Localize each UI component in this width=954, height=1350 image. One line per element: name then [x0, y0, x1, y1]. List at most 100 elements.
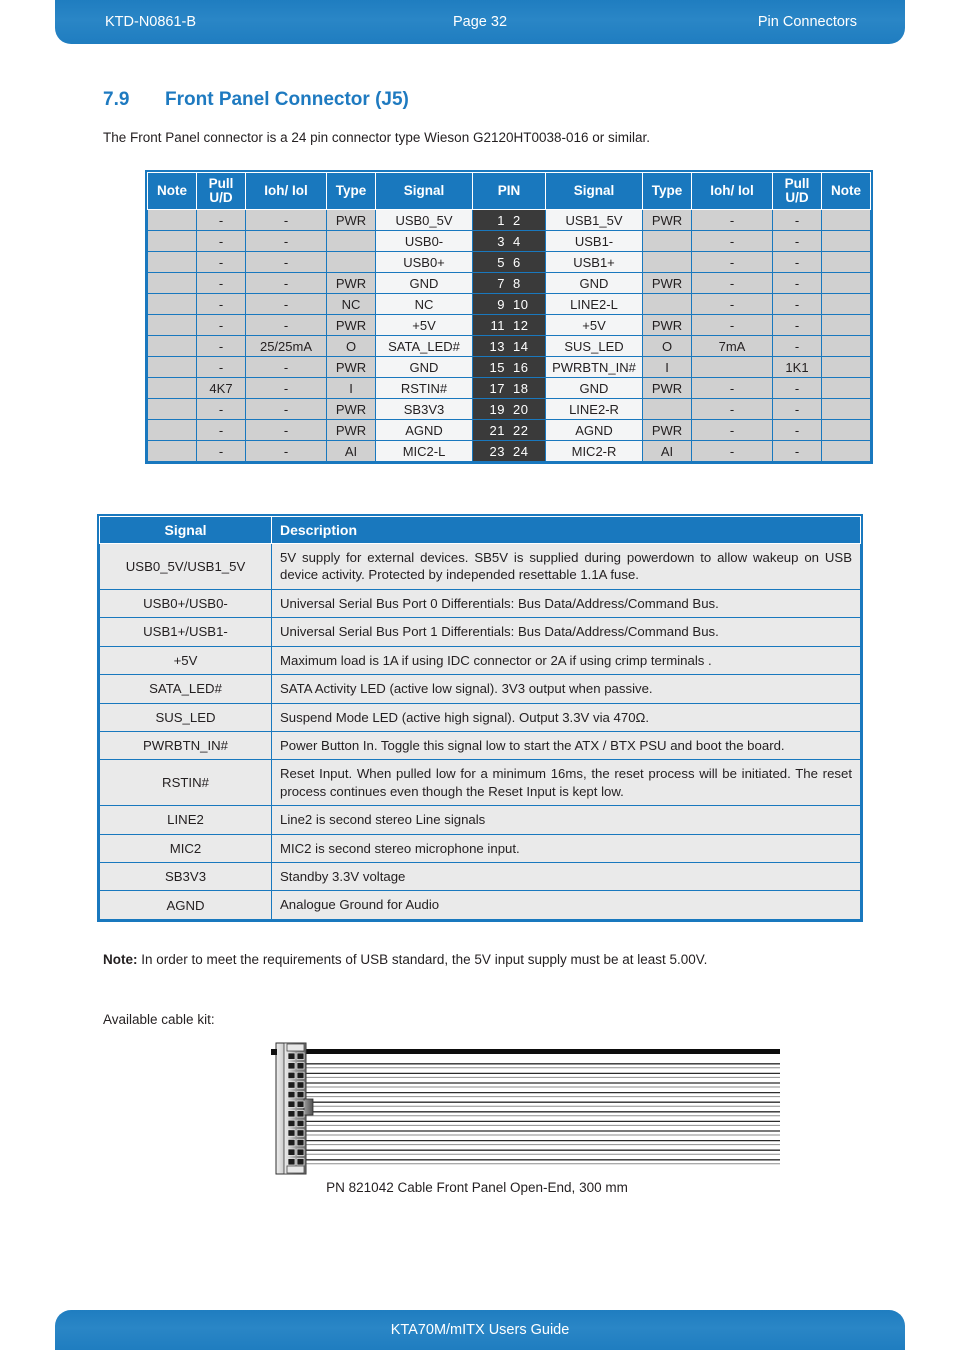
pin-cell-note-l — [147, 398, 197, 421]
desc-signal-description: SATA Activity LED (active low signal). 3… — [271, 674, 861, 704]
pin-cell-pull-l: - — [196, 440, 246, 463]
desc-col-header-signal: Signal — [99, 516, 272, 544]
desc-table-header-row: Signal Description — [99, 516, 861, 544]
pin-number-right: 2 — [513, 212, 521, 228]
pin-number-left: 23 — [489, 443, 505, 459]
pin-cell-type-l: PWR — [326, 314, 376, 337]
pin-cell-signal-r: LINE2-L — [545, 293, 643, 316]
pin-cell-note-l — [147, 335, 197, 358]
pin-cell-note-r — [821, 272, 871, 295]
pin-table-row: - - PWR GND 7 8 GND PWR - - — [147, 272, 871, 295]
desc-signal-description: MIC2 is second stereo microphone input. — [271, 833, 861, 864]
pin-number-right: 20 — [513, 401, 529, 417]
pin-cell-ioh-l: - — [245, 293, 327, 316]
col-header-ioh-left: Ioh/ Iol — [245, 171, 327, 211]
pin-cell-note-r — [821, 377, 871, 400]
pin-cell-type-r: PWR — [642, 419, 692, 442]
footer-title: KTA70M/mITX Users Guide — [390, 1322, 570, 1338]
pin-cell-type-r — [642, 230, 692, 253]
pin-cell-pull-l: - — [196, 209, 246, 232]
connector-pin — [296, 1062, 305, 1070]
pin-cell-pull-r: - — [772, 398, 822, 421]
desc-signal-description: Standby 3.3V voltage — [271, 862, 861, 892]
pin-number-cell: 12 — [472, 209, 546, 232]
pin-cell-type-r: PWR — [642, 314, 692, 337]
pin-number-cell: 11 12 — [472, 314, 546, 337]
pin-cell-note-r — [821, 398, 871, 421]
pin-cell-ioh-l: - — [245, 251, 327, 274]
pin-number-right: 10 — [513, 296, 529, 312]
connector-pin — [287, 1091, 296, 1099]
pin-cell-type-l: NC — [326, 293, 376, 316]
pin-cell-ioh-r: 7mA — [691, 335, 773, 358]
pin-number-cell: 19 20 — [472, 398, 546, 421]
pin-cell-ioh-r: - — [691, 251, 773, 274]
connector-pin — [287, 1100, 296, 1108]
desc-signal-description: Reset Input. When pulled low for a minim… — [271, 759, 861, 807]
pin-cell-ioh-r: - — [691, 398, 773, 421]
pin-cell-signal-r: USB1- — [545, 230, 643, 253]
pin-number-left: 21 — [489, 422, 505, 438]
col-header-pin: PIN — [472, 171, 546, 211]
pin-cell-ioh-r: - — [691, 377, 773, 400]
pin-cell-note-l — [147, 293, 197, 316]
pin-cell-note-r — [821, 209, 871, 232]
connector-pin — [287, 1158, 296, 1166]
pin-cell-note-l — [147, 440, 197, 463]
pin-cell-note-r — [821, 314, 871, 337]
pin-table-row: -25/25mA O SATA_LED# 13 14 SUS_LED O 7mA - — [147, 335, 871, 358]
pin-cell-signal-l: MIC2-L — [375, 440, 473, 463]
pin-cell-signal-r: +5V — [545, 314, 643, 337]
pin-cell-ioh-l: - — [245, 356, 327, 379]
pin-cell-type-l — [326, 230, 376, 253]
pin-cell-ioh-l: - — [245, 230, 327, 253]
pin-number-left: 11 — [490, 317, 505, 333]
pin-number-left: 15 — [489, 359, 505, 375]
pin-number-right: 4 — [513, 233, 521, 249]
connector-pin — [287, 1071, 296, 1079]
pin-number-right: 18 — [513, 380, 529, 396]
pin-cell-type-r: PWR — [642, 209, 692, 232]
pin-cell-pull-r: - — [772, 377, 822, 400]
pin-number-cell: 21 22 — [472, 419, 546, 442]
connector-pin — [296, 1110, 305, 1118]
pin-number-right: 22 — [513, 422, 529, 438]
pin-cell-signal-r: USB1+ — [545, 251, 643, 274]
pin-cell-signal-r: MIC2-R — [545, 440, 643, 463]
pin-cell-pull-l: - — [196, 335, 246, 358]
col-header-pull-left: Pull U/D — [196, 171, 246, 211]
pin-cell-note-l — [147, 209, 197, 232]
cable-figure-caption: PN 821042 Cable Front Panel Open-End, 30… — [326, 1180, 628, 1195]
pin-cell-type-r — [642, 398, 692, 421]
desc-signal-name: PWRBTN_IN# — [99, 730, 272, 761]
desc-signal-description: Universal Serial Bus Port 0 Differential… — [271, 588, 861, 619]
section-intro-text: The Front Panel connector is a 24 pin co… — [103, 130, 651, 145]
pin-cell-pull-r: - — [772, 251, 822, 274]
desc-signal-description: Power Button In. Toggle this signal low … — [271, 730, 861, 761]
page-header: KTD-N0861-B Page 32 Pin Connectors — [55, 0, 905, 44]
pin-cell-pull-r: - — [772, 293, 822, 316]
pin-number-right: 16 — [513, 359, 529, 375]
connector-pin — [296, 1158, 305, 1166]
pin-number-right: 24 — [513, 443, 529, 459]
pin-cell-pull-r: - — [772, 230, 822, 253]
pin-cell-pull-l: - — [196, 230, 246, 253]
pin-table-row: - - NC NC 9 10 LINE2-L - - — [147, 293, 871, 316]
pin-cell-signal-l: USB0_5V — [375, 209, 473, 232]
pin-cell-pull-l: 4K7 — [196, 377, 246, 400]
pin-cell-note-r — [821, 335, 871, 358]
pin-cell-type-l: O — [326, 335, 376, 358]
pin-cell-type-l: I — [326, 377, 376, 400]
pin-number-cell: 56 — [472, 251, 546, 274]
pin-cell-note-l — [147, 272, 197, 295]
pin-table-row: - - PWR GND 15 16 PWRBTN_IN# I 1K1 — [147, 356, 871, 379]
desc-table-row: USB0+/USB0- Universal Serial Bus Port 0 D… — [99, 588, 861, 619]
desc-signal-name: RSTIN# — [99, 759, 272, 807]
page-footer: KTA70M/mITX Users Guide — [55, 1310, 905, 1350]
desc-signal-name: MIC2 — [99, 833, 272, 864]
pin-cell-signal-l: +5V — [375, 314, 473, 337]
pin-cell-type-r — [642, 293, 692, 316]
pin-cell-signal-l: SB3V3 — [375, 398, 473, 421]
desc-signal-description: Line2 is second stereo Line signals — [271, 805, 861, 835]
desc-signal-description: Suspend Mode LED (active high signal). O… — [271, 702, 861, 732]
